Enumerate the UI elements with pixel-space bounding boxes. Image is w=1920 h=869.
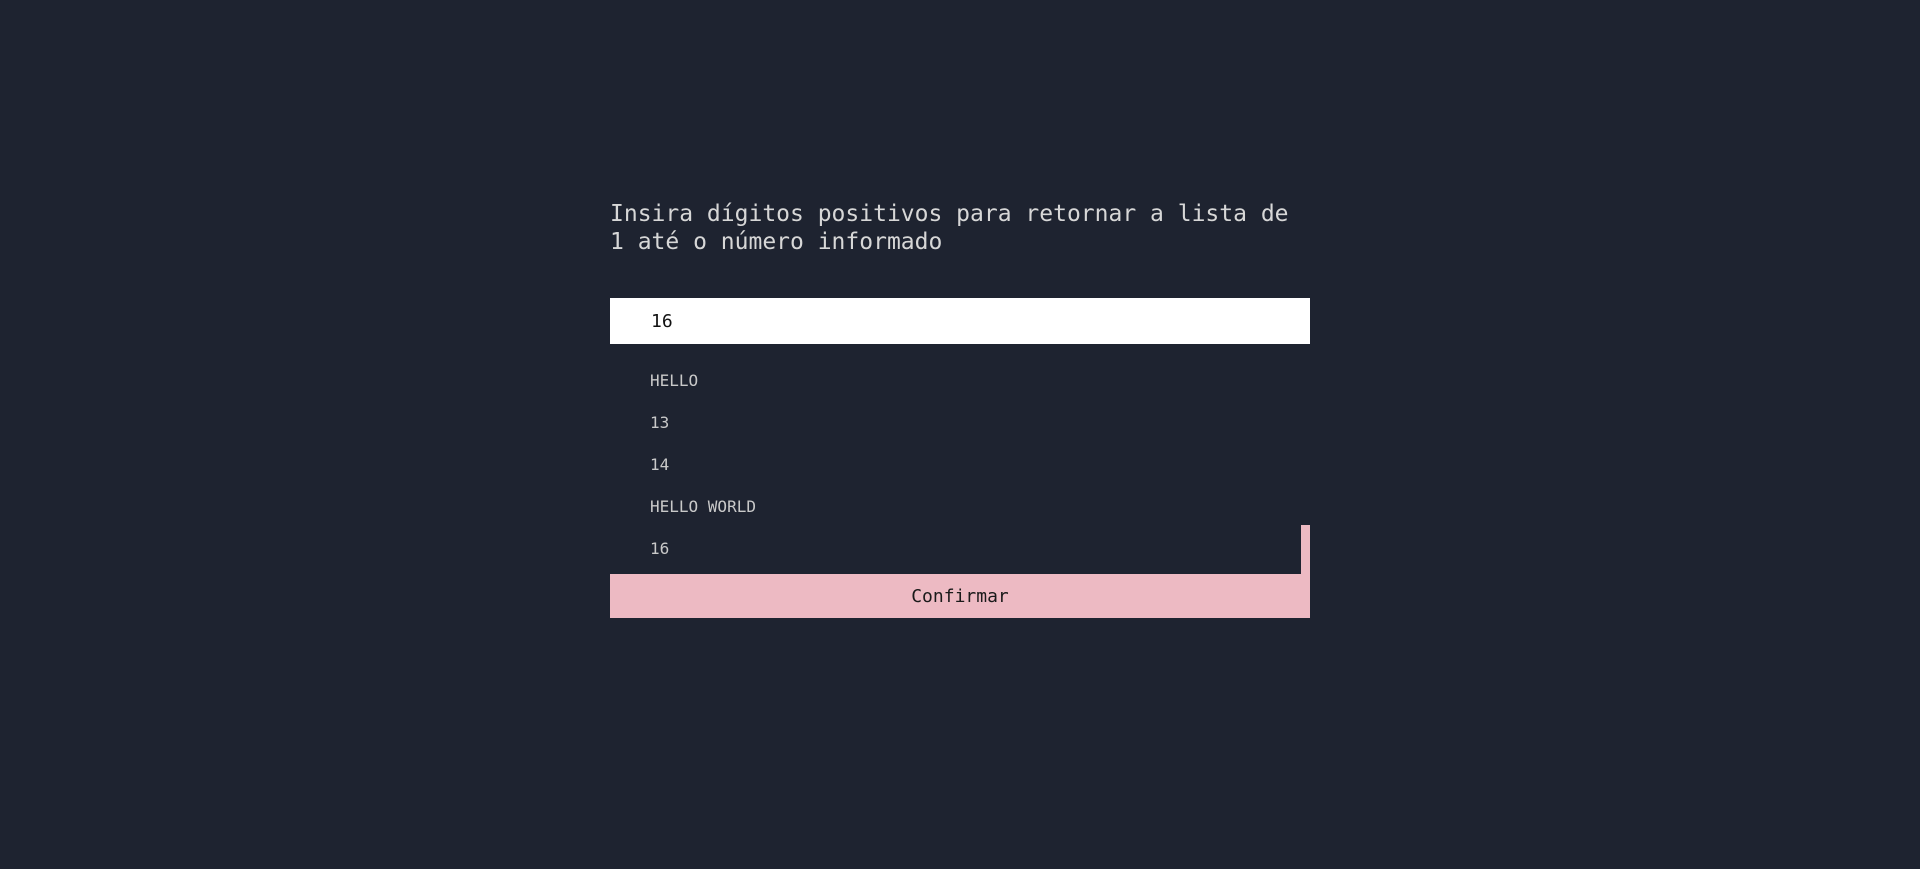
scrollbar-thumb[interactable] <box>1301 525 1310 574</box>
list-item: 16 <box>650 539 670 558</box>
fizzbuzz-form: Insira dígitos positivos para retornar a… <box>610 200 1310 618</box>
list-item: HELLO <box>650 371 699 390</box>
instructions-heading: Insira dígitos positivos para retornar a… <box>610 201 1289 255</box>
list-item: 13 <box>650 413 670 432</box>
number-input[interactable] <box>610 298 1310 344</box>
results-list[interactable]: HELLO 13 14 HELLO WORLD 16 <box>610 344 1310 574</box>
confirm-button[interactable]: Confirmar <box>610 574 1310 618</box>
list-item: HELLO WORLD <box>650 497 756 516</box>
list-item: 14 <box>650 455 670 474</box>
